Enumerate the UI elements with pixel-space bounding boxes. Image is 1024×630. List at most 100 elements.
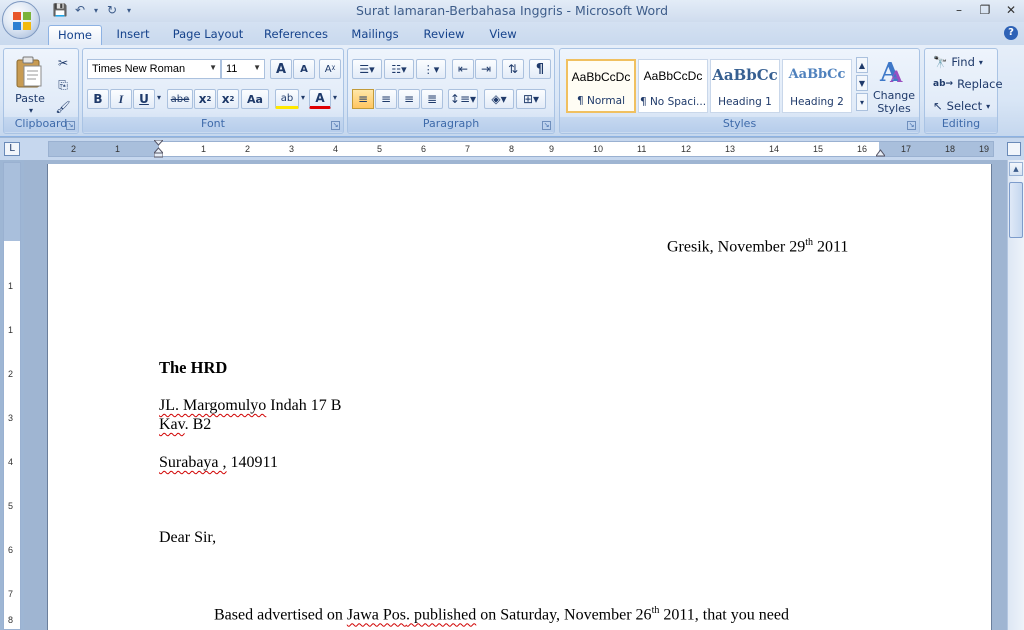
tab-page-layout[interactable]: Page Layout <box>170 25 246 45</box>
help-icon[interactable]: ? <box>1004 26 1018 40</box>
chevron-down-icon: ▾ <box>986 101 991 111</box>
select-button[interactable]: ↖ Select ▾ <box>933 99 990 113</box>
increase-indent-icon[interactable]: ⇥ <box>475 59 497 79</box>
style-heading-1[interactable]: AaBbCc Heading 1 <box>710 59 780 113</box>
tab-mailings[interactable]: Mailings <box>346 25 404 45</box>
styles-more-icon[interactable]: ▾ <box>856 93 868 111</box>
shrink-font-button[interactable]: A <box>293 59 315 79</box>
justify-icon[interactable]: ≣ <box>421 89 443 109</box>
numbering-icon[interactable]: ☷▾ <box>384 59 414 79</box>
subscript-label: x <box>198 92 207 106</box>
close-button[interactable]: ✕ <box>998 0 1024 20</box>
bold-button[interactable]: B <box>87 89 109 109</box>
styles-scroll-down-icon[interactable]: ▼ <box>856 75 868 91</box>
chevron-down-icon[interactable]: ▼ <box>253 63 261 72</box>
clipboard-launcher-icon[interactable]: ↘ <box>66 121 75 130</box>
decrease-indent-icon[interactable]: ⇤ <box>452 59 474 79</box>
clear-formatting-icon[interactable]: Aᵡ <box>319 59 341 79</box>
minimize-button[interactable]: – <box>946 0 972 20</box>
tab-insert[interactable]: Insert <box>110 25 156 45</box>
align-center-icon[interactable]: ≡ <box>375 89 397 109</box>
paste-icon[interactable] <box>14 55 44 89</box>
office-button[interactable] <box>2 1 40 39</box>
style-name: Heading 2 <box>790 96 844 108</box>
office-logo-icon <box>13 12 31 30</box>
ruler-tick: 1 <box>8 281 14 291</box>
font-size-combo[interactable]: 11 ▼ <box>221 59 265 79</box>
paste-button[interactable]: Paste <box>10 91 50 105</box>
bullets-icon[interactable]: ☰▾ <box>352 59 382 79</box>
restore-button[interactable]: ❐ <box>972 0 998 20</box>
subscript-button[interactable]: x2 <box>194 89 216 109</box>
view-ruler-icon[interactable] <box>1007 142 1021 156</box>
paragraph-launcher-icon[interactable]: ↘ <box>542 121 551 130</box>
shading-icon[interactable]: ◈▾ <box>484 89 514 109</box>
multilevel-list-icon[interactable]: ⋮▾ <box>416 59 446 79</box>
align-right-icon[interactable]: ≡ <box>398 89 420 109</box>
highlight-dropdown-icon[interactable]: ▾ <box>299 93 307 102</box>
address-line-1: JL. Margomulyo Indah 17 B <box>159 397 341 415</box>
scroll-thumb[interactable] <box>1009 182 1023 238</box>
cut-icon[interactable]: ✂ <box>52 53 74 73</box>
grammar-error: . published <box>405 606 477 624</box>
underline-button[interactable]: U <box>133 89 155 109</box>
body-text: on Saturday, November 26 <box>476 606 652 624</box>
vertical-scrollbar[interactable]: ▲ <box>1007 160 1024 630</box>
italic-button[interactable]: I <box>110 89 132 109</box>
underline-dropdown-icon[interactable]: ▾ <box>155 93 163 102</box>
styles-launcher-icon[interactable]: ↘ <box>907 121 916 130</box>
ruler-row: L 2 1 1 2 3 4 5 6 7 8 9 10 11 12 13 14 1… <box>0 138 1024 160</box>
tab-home[interactable]: Home <box>48 25 102 45</box>
grow-font-button[interactable]: A <box>270 59 292 79</box>
horizontal-ruler[interactable]: 2 1 1 2 3 4 5 6 7 8 9 10 11 12 13 14 15 … <box>48 140 994 158</box>
font-color-dropdown-icon[interactable]: ▾ <box>331 93 339 102</box>
ruler-tick: 6 <box>421 144 427 154</box>
style-heading-2[interactable]: AaBbCc Heading 2 <box>782 59 852 113</box>
paste-dropdown-icon[interactable]: ▾ <box>26 105 36 115</box>
change-styles-button[interactable]: Change Styles <box>872 89 916 115</box>
font-color-button[interactable]: A <box>309 89 331 109</box>
styles-scroll-up-icon[interactable]: ▲ <box>856 57 868 73</box>
replace-button[interactable]: ab→ Replace <box>933 77 1003 91</box>
date-year: 2011 <box>812 238 849 256</box>
style-sample: AaBbCc <box>788 67 846 82</box>
highlight-button[interactable]: ab <box>275 89 299 109</box>
show-formatting-button[interactable]: ¶ <box>529 59 551 79</box>
style-sample: AaBbCc <box>712 66 778 84</box>
ruler-tick: 12 <box>681 144 692 154</box>
style-sample: AaBbCcDc <box>643 69 703 83</box>
find-label: Find <box>951 55 975 69</box>
strikethrough-button[interactable]: abe <box>167 89 193 109</box>
document-page[interactable]: Gresik, November 29th 2011 The HRD JL. M… <box>47 164 992 630</box>
tab-view[interactable]: View <box>484 25 522 45</box>
tab-review[interactable]: Review <box>418 25 470 45</box>
borders-icon[interactable]: ⊞▾ <box>516 89 546 109</box>
change-case-button[interactable]: Aa <box>241 89 269 109</box>
font-group: Times New Roman ▼ 11 ▼ A A Aᵡ B I U ▾ ab… <box>82 48 344 134</box>
left-margin-area <box>49 142 159 156</box>
scroll-up-icon[interactable]: ▲ <box>1009 162 1023 176</box>
tab-selector-button[interactable]: L <box>4 142 20 156</box>
vertical-ruler[interactable]: 1 1 2 3 4 5 6 7 8 <box>3 162 21 630</box>
sort-icon[interactable]: ⇅ <box>502 59 524 79</box>
superscript-button[interactable]: x2 <box>217 89 239 109</box>
style-normal[interactable]: AaBbCcDc ¶ Normal <box>566 59 636 113</box>
right-indent-marker-icon[interactable] <box>876 146 885 158</box>
format-painter-icon[interactable]: 🖌 <box>52 97 74 117</box>
line-spacing-icon[interactable]: ↕≡▾ <box>448 89 478 109</box>
ruler-tick: 11 <box>637 144 647 154</box>
copy-icon[interactable]: ⎘ <box>52 75 74 95</box>
align-left-icon[interactable]: ≡ <box>352 89 374 109</box>
ruler-tick: 16 <box>857 144 868 154</box>
font-launcher-icon[interactable]: ↘ <box>331 121 340 130</box>
tab-references[interactable]: References <box>260 25 332 45</box>
left-indent-marker-icon[interactable] <box>154 140 163 158</box>
change-styles-icon[interactable]: A A <box>878 55 908 85</box>
style-no-spacing[interactable]: AaBbCcDc ¶ No Spaci... <box>638 59 708 113</box>
cursor-icon: ↖ <box>933 99 943 113</box>
find-button[interactable]: 🔭 Find ▾ <box>933 55 983 69</box>
ruler-tick: 8 <box>8 615 14 625</box>
body-text: 2011, that you need <box>659 606 789 624</box>
chevron-down-icon[interactable]: ▼ <box>209 63 217 72</box>
font-name-combo[interactable]: Times New Roman ▼ <box>87 59 221 79</box>
